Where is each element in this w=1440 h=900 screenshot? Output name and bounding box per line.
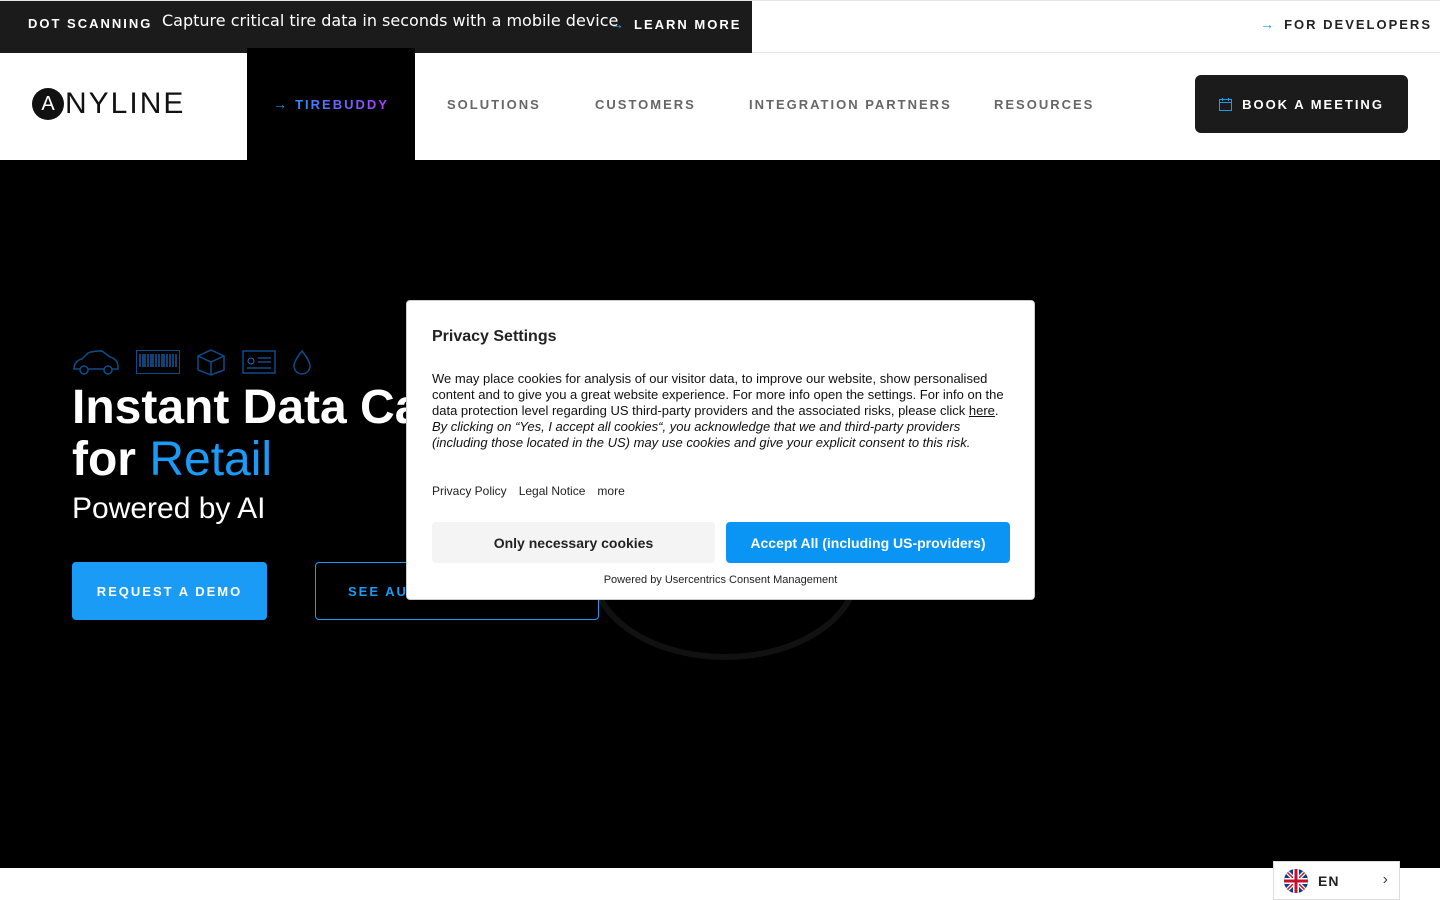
- anyline-logo[interactable]: A NYLINE: [32, 87, 185, 121]
- learn-more-label: LEARN MORE: [634, 16, 742, 32]
- hero-headline: Instant Data Ca for Retail: [72, 382, 421, 486]
- book-meeting-button[interactable]: BOOK A MEETING: [1195, 75, 1408, 133]
- more-link[interactable]: more: [597, 484, 624, 498]
- box-icon: [197, 349, 225, 376]
- announcement-bar: DOT SCANNING Capture critical tire data …: [0, 1, 752, 54]
- main-nav: A NYLINE → TIREBUDDY SOLUTIONS CUSTOMERS…: [0, 48, 1440, 160]
- uk-flag-icon: [1284, 868, 1308, 893]
- arrow-right-icon: →: [273, 96, 290, 112]
- nav-item-solutions[interactable]: SOLUTIONS: [447, 97, 541, 112]
- powered-by-text: Powered by Usercentrics Consent Manageme…: [603, 574, 838, 586]
- language-selector[interactable]: EN ›: [1273, 861, 1400, 900]
- learn-more-link[interactable]: → LEARN MORE: [610, 16, 741, 32]
- dialog-links: Privacy Policy Legal Notice more: [432, 484, 625, 498]
- headline-prefix: for: [72, 433, 136, 486]
- announcement-message: Capture critical tire data in seconds wi…: [162, 11, 619, 30]
- here-link[interactable]: here: [969, 403, 995, 418]
- nav-item-customers[interactable]: CUSTOMERS: [595, 97, 696, 112]
- language-code: EN: [1318, 872, 1340, 889]
- headline-line-2: for Retail: [72, 434, 421, 486]
- for-developers-link[interactable]: → FOR DEVELOPERS: [1260, 16, 1432, 32]
- car-icon: [73, 350, 119, 375]
- arrow-right-icon: →: [610, 16, 626, 32]
- accept-all-button[interactable]: Accept All (including US-providers): [726, 522, 1010, 563]
- privacy-settings-dialog: Privacy Settings We may place cookies fo…: [406, 300, 1035, 600]
- chevron-right-icon: ›: [1382, 871, 1389, 888]
- dialog-body-text: We may place cookies for analysis of our…: [432, 371, 1004, 418]
- nav-item-tirebuddy-label: TIREBUDDY: [295, 96, 389, 112]
- book-meeting-label: BOOK A MEETING: [1242, 96, 1384, 112]
- privacy-policy-link[interactable]: Privacy Policy: [432, 484, 507, 498]
- legal-notice-link[interactable]: Legal Notice: [519, 484, 586, 498]
- top-bar: DOT SCANNING Capture critical tire data …: [0, 0, 1440, 54]
- nav-item-tirebuddy[interactable]: → TIREBUDDY: [247, 48, 415, 160]
- for-developers-label: FOR DEVELOPERS: [1284, 16, 1432, 32]
- request-demo-button[interactable]: REQUEST A DEMO: [72, 562, 267, 620]
- logo-mark: A: [32, 88, 64, 120]
- headline-accent: Retail: [149, 433, 273, 486]
- announcement-tag: DOT SCANNING: [28, 16, 153, 31]
- hero-subheadline: Powered by AI: [72, 492, 266, 525]
- drop-icon: [293, 349, 311, 375]
- id-card-icon: [242, 350, 276, 374]
- logo-text: NYLINE: [65, 87, 186, 120]
- dialog-body-period: .: [994, 403, 999, 418]
- nav-item-resources[interactable]: RESOURCES: [994, 97, 1094, 112]
- arrow-right-icon: →: [1260, 16, 1277, 32]
- headline-line-1: Instant Data Ca: [72, 381, 422, 434]
- dialog-title: Privacy Settings: [432, 328, 557, 345]
- calendar-icon: [1219, 97, 1233, 111]
- barcode-icon: [136, 350, 180, 374]
- dialog-body: We may place cookies for analysis of our…: [432, 371, 1012, 451]
- nav-item-integration-partners[interactable]: INTEGRATION PARTNERS: [749, 97, 952, 112]
- consent-text: By clicking on “Yes, I accept all cookie…: [432, 419, 971, 450]
- category-icons: [72, 348, 312, 376]
- only-necessary-button[interactable]: Only necessary cookies: [432, 522, 715, 563]
